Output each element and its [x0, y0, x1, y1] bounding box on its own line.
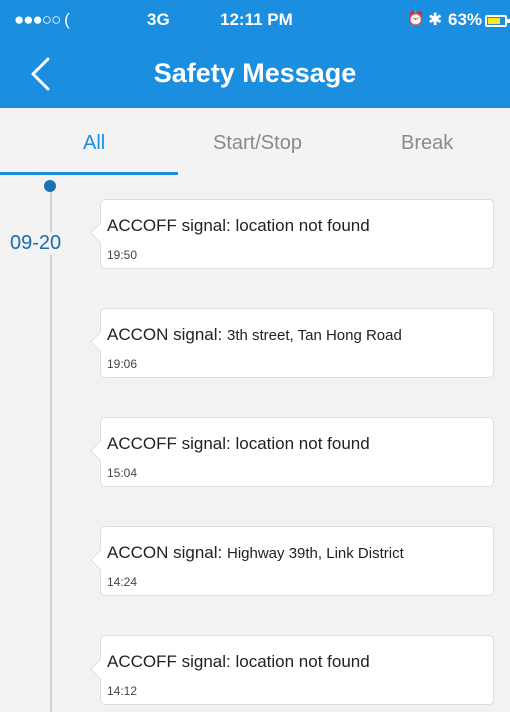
network-type: 3G [147, 10, 170, 29]
battery-icon [485, 15, 510, 27]
message-time: 19:06 [107, 357, 138, 371]
message-location: 3th street, Tan Hong Road [227, 327, 402, 344]
battery-percent: 63% [448, 10, 483, 29]
app-header: ●●●○○ ( 3G 12:11 PM ⏰ ✱ 63% Safety Messa… [0, 0, 510, 108]
message-time: 15:04 [107, 466, 138, 480]
message-text: ACCOFF signal: location not found [107, 652, 370, 672]
message-location: location not found [235, 652, 370, 671]
message-time: 19:50 [107, 248, 138, 262]
timeline-line [50, 190, 52, 712]
signal-type: ACCON signal: [107, 325, 223, 344]
message-text: ACCON signal: 3th street, Tan Hong Road [107, 325, 402, 345]
tab-bar: All Start/Stop Break [0, 108, 510, 176]
message-card[interactable]: ACCOFF signal: location not found 14:12 [100, 635, 494, 705]
bluetooth-icon: ✱ [428, 10, 443, 29]
message-card[interactable]: ACCOFF signal: location not found 19:50 [100, 199, 494, 269]
status-bar: ●●●○○ ( 3G 12:11 PM ⏰ ✱ 63% [0, 0, 510, 42]
page-title: Safety Message [153, 58, 357, 88]
signal-type: ACCON signal: [107, 543, 223, 562]
message-card[interactable]: ACCOFF signal: location not found 15:04 [100, 417, 494, 487]
signal-strength: ●●●○○ ( [14, 10, 70, 29]
message-text: ACCOFF signal: location not found [107, 216, 370, 236]
status-time: 12:11 PM [220, 10, 293, 29]
timeline-dot [44, 180, 56, 192]
message-card[interactable]: ACCON signal: Highway 39th, Link Distric… [100, 526, 494, 596]
alarm-icon: ⏰ [407, 10, 425, 26]
signal-type: ACCOFF signal: [107, 652, 231, 671]
message-text: ACCOFF signal: location not found [107, 434, 370, 454]
message-card[interactable]: ACCON signal: 3th street, Tan Hong Road … [100, 308, 494, 378]
tab-start-stop[interactable]: Start/Stop [213, 132, 302, 155]
message-location: Highway 39th, Link District [227, 545, 404, 562]
message-time: 14:12 [107, 684, 138, 698]
message-text: ACCON signal: Highway 39th, Link Distric… [107, 543, 404, 563]
signal-type: ACCOFF signal: [107, 216, 231, 235]
date-label: 09-20 [8, 232, 64, 255]
message-location: location not found [235, 434, 370, 453]
active-tab-indicator [0, 172, 178, 175]
tab-break[interactable]: Break [401, 132, 453, 155]
tab-all[interactable]: All [83, 132, 105, 155]
signal-type: ACCOFF signal: [107, 434, 231, 453]
message-location: location not found [235, 216, 370, 235]
message-time: 14:24 [107, 575, 138, 589]
